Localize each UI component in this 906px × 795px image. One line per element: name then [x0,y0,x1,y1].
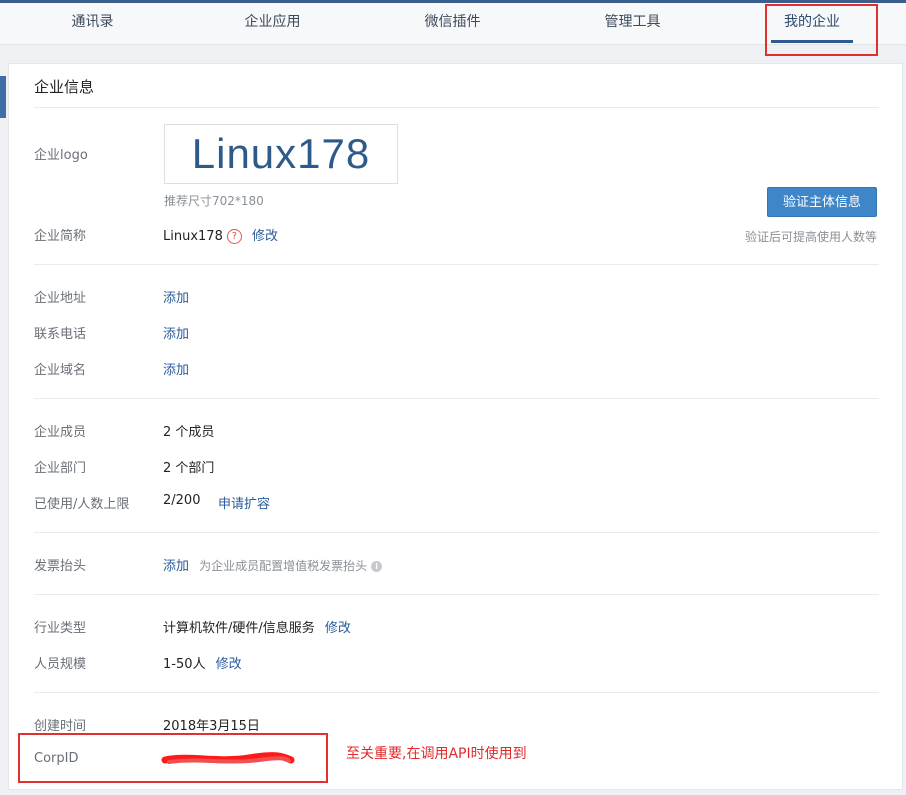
tab-wechat-plugin[interactable]: 微信插件 [380,3,525,44]
invoice-label: 发票抬头 [34,559,87,574]
sidebar-accent [0,76,6,118]
user-limit-label: 已使用/人数上限 [34,497,130,512]
apply-expansion-link[interactable]: 申请扩容 [218,493,270,512]
verify-hint: 验证后可提高使用人数等 [744,230,877,244]
staff-size-value: 1-50人 [163,657,206,672]
user-limit-value: 2/200 [163,493,201,508]
tab-management-tools[interactable]: 管理工具 [560,3,705,44]
logo-image[interactable]: Linux178 [164,124,398,184]
short-name-label: 企业简称 [34,229,87,244]
tab-enterprise-apps[interactable]: 企业应用 [200,3,345,44]
short-name-edit-link[interactable]: 修改 [252,229,278,244]
industry-label: 行业类型 [34,621,87,636]
verify-entity-button[interactable]: 验证主体信息 [767,187,877,217]
logo-size-hint: 推荐尺寸702*180 [164,194,264,208]
address-label: 企业地址 [34,291,87,306]
enterprise-info-panel: 企业信息 企业logo Linux178 推荐尺寸702*180 验证主体信息 … [8,63,903,790]
invoice-add-link[interactable]: 添加 [163,559,189,574]
phone-label: 联系电话 [34,327,87,342]
tab-contacts[interactable]: 通讯录 [20,3,165,44]
invoice-row: 添加 为企业成员配置增值税发票抬头 i [163,555,383,574]
phone-add-link[interactable]: 添加 [163,323,189,342]
staff-size-edit-link[interactable]: 修改 [216,657,242,672]
members-value: 2 个成员 [163,425,215,440]
staff-size-label: 人员规模 [34,657,87,672]
industry-value: 计算机软件/硬件/信息服务 [163,621,315,636]
divider [34,264,879,265]
short-name-value: Linux178 [163,229,223,244]
short-name-row: Linux178? 修改 [163,225,278,244]
staff-size-row: 1-50人 修改 [163,653,242,672]
industry-edit-link[interactable]: 修改 [325,621,351,636]
members-label: 企业成员 [34,425,87,440]
logo-text: Linux178 [191,130,371,177]
domain-label: 企业域名 [34,363,87,378]
created-time-value: 2018年3月15日 [163,719,260,734]
departments-label: 企业部门 [34,461,87,476]
help-icon[interactable]: ? [226,229,242,244]
tab-highlight-box [765,4,878,56]
divider [34,594,879,595]
created-time-label: 创建时间 [34,719,87,734]
industry-row: 计算机软件/硬件/信息服务 修改 [163,617,351,636]
corpid-annotation: 至关重要,在调用API时使用到 [346,746,527,762]
address-add-link[interactable]: 添加 [163,287,189,306]
invoice-hint: 为企业成员配置增值税发票抬头 [199,559,368,573]
corpid-highlight-box [18,733,328,783]
divider [34,532,879,533]
divider [34,107,879,108]
divider [34,398,879,399]
section-title: 企业信息 [34,78,95,96]
logo-label: 企业logo [34,148,88,163]
domain-add-link[interactable]: 添加 [163,359,189,378]
divider [34,692,879,693]
departments-value: 2 个部门 [163,461,215,476]
info-icon[interactable]: i [371,561,383,572]
